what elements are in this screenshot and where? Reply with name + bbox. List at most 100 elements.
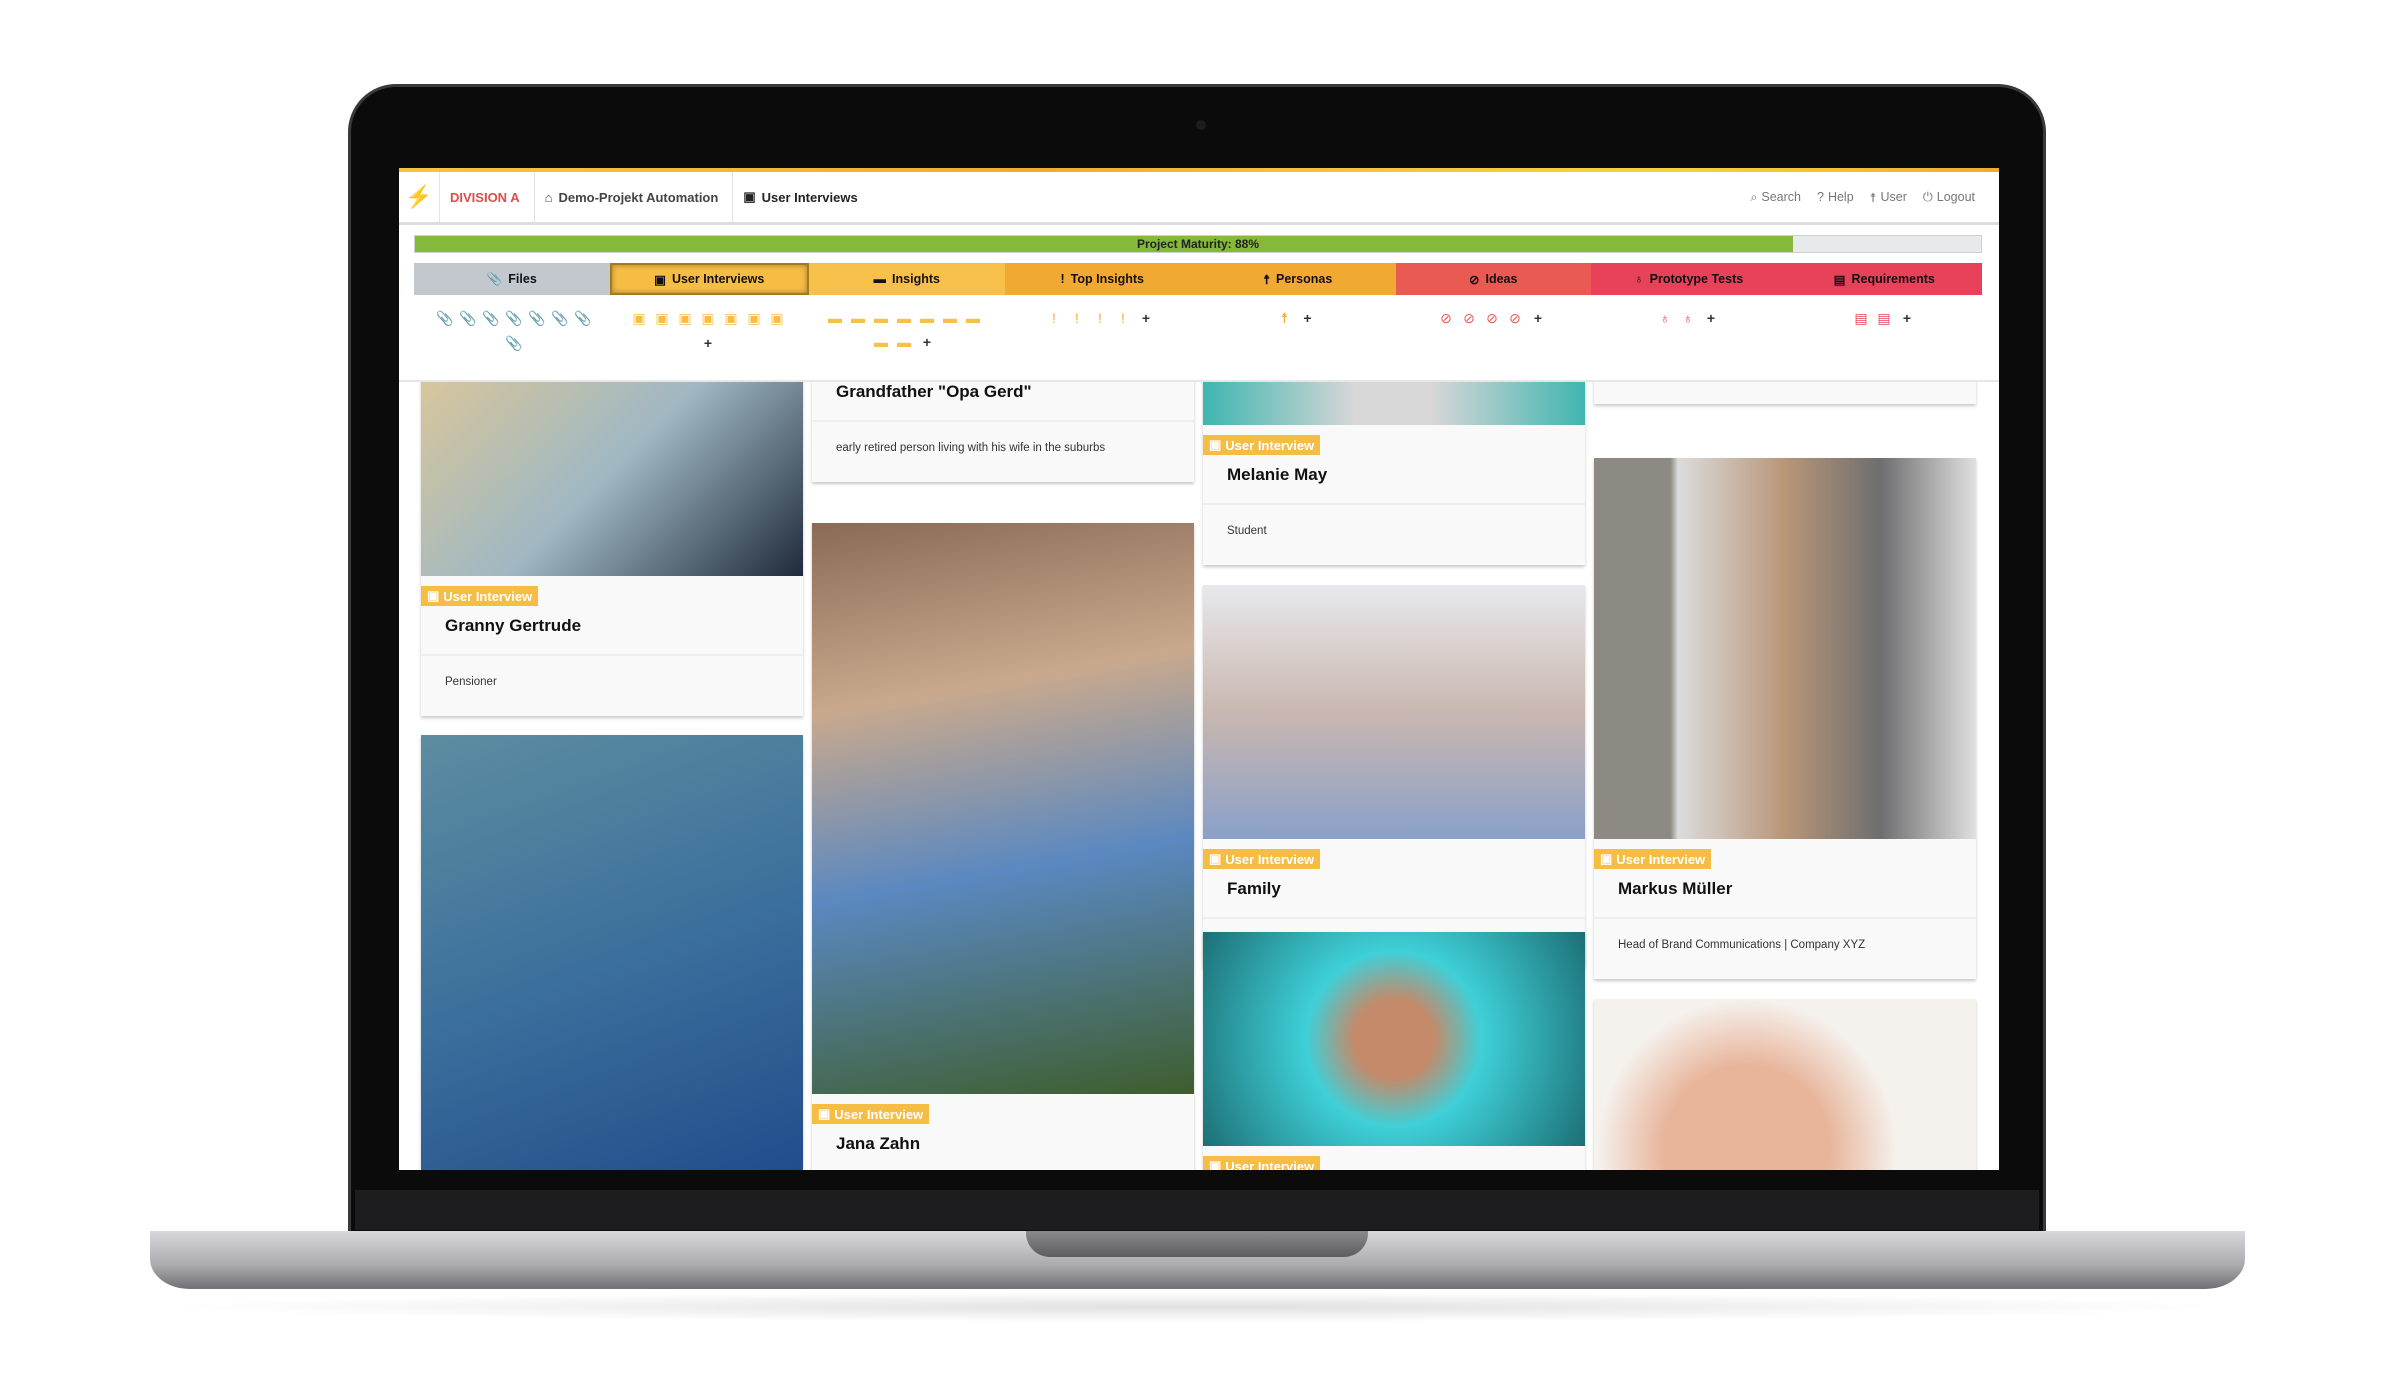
search-label: Search — [1761, 190, 1801, 204]
items-files: 📎 📎 📎 📎 📎 📎 📎 📎 — [414, 310, 610, 352]
help-link[interactable]: ? Help — [1817, 190, 1854, 205]
tab-files[interactable]: 📎 Files — [414, 263, 610, 295]
card-photo — [812, 523, 1194, 1094]
id-badge-icon[interactable]: ▣ — [678, 310, 692, 327]
laptop-notch — [1026, 1231, 1368, 1257]
add-requirements-button[interactable]: + — [1900, 310, 1914, 327]
comment-icon[interactable]: ▬ — [943, 310, 957, 326]
id-badge-icon: ▣ — [427, 588, 440, 603]
card-subtitle: Head of Internal Communications | Compan… — [1594, 382, 1976, 404]
add-personas-button[interactable]: + — [1301, 310, 1315, 327]
exclamation-comment-icon[interactable]: ! — [1047, 310, 1061, 326]
card[interactable]: Head of Internal Communications | Compan… — [1594, 382, 1976, 404]
card-jana-zahn[interactable]: ▣ User Interview Jana Zahn — [812, 523, 1194, 1170]
paperclip-icon[interactable]: 📎 — [505, 335, 522, 352]
comment-icon[interactable]: ▬ — [851, 310, 865, 326]
id-badge-icon[interactable]: ▣ — [701, 310, 715, 327]
exclamation-comment-icon[interactable]: ! — [1070, 310, 1084, 326]
help-label: Help — [1827, 190, 1854, 204]
items-requirements: ▤ ▤ + — [1786, 310, 1982, 352]
comment-icon[interactable]: ▬ — [828, 310, 842, 326]
card-photo — [421, 735, 803, 1170]
add-ideas-button[interactable]: + — [1531, 310, 1545, 327]
paperclip-icon[interactable]: 📎 — [505, 310, 522, 327]
id-badge-icon[interactable]: ▣ — [747, 310, 761, 327]
card-family[interactable]: ▣ User Interview Family — [1203, 585, 1585, 967]
home-icon: ⌂ — [544, 189, 553, 205]
user-interview-badge: ▣ User Interview — [421, 586, 539, 606]
tab-insights[interactable]: ▬ Insights — [809, 263, 1005, 295]
clipboard-icon[interactable]: ▤ — [1854, 310, 1868, 327]
paperclip-icon[interactable]: 📎 — [551, 310, 568, 327]
phase-item-icons: 📎 📎 📎 📎 📎 📎 📎 📎 ▣ ▣ ▣ ▣ ▣ ▣ ▣ + ▬ ▬ ▬ ▬ ▬ ▬ ▬ ▬ ▬ +!!!! + ☨ + ⊘ ⊘ ⊘ ⊘ + ♁ ♁… — [414, 310, 1982, 352]
paperclip-icon[interactable]: 📎 — [574, 310, 591, 327]
user-link[interactable]: ☨ User — [1870, 190, 1907, 205]
logout-icon: ⏻ — [1922, 189, 1933, 204]
card-subtitle: Student — [1203, 503, 1585, 565]
tab-user-interviews[interactable]: ▣ User Interviews — [609, 263, 809, 295]
card[interactable]: ▣User Interview — [1594, 999, 1976, 1170]
compass-icon: ⊘ — [1469, 272, 1480, 287]
tab-ideas[interactable]: ⊘ Ideas — [1395, 263, 1591, 295]
add-top-insights-button[interactable]: + — [1139, 310, 1153, 326]
project-maturity-bar: Project Maturity: 88% — [414, 235, 1982, 253]
tab-prototype-tests[interactable]: ♁ Prototype Tests — [1591, 263, 1787, 295]
clipboard-icon[interactable]: ▤ — [1877, 310, 1891, 327]
comment-icon[interactable]: ▬ — [874, 310, 888, 326]
add-user-interviews-button[interactable]: + — [701, 335, 715, 351]
id-badge-icon: ▣ — [1209, 1158, 1222, 1170]
camera — [1196, 120, 1206, 130]
exclamation-comment-icon[interactable]: ! — [1116, 310, 1130, 326]
card[interactable]: ▣User Interview — [1203, 932, 1585, 1170]
tab-label: Insights — [892, 272, 940, 286]
person-icon[interactable]: ☨ — [1278, 310, 1292, 327]
paperclip-icon: 📎 — [486, 271, 503, 286]
add-prototype-tests-button[interactable]: + — [1704, 310, 1718, 326]
comment-icon[interactable]: ▬ — [897, 310, 911, 326]
comment-icon[interactable]: ▬ — [874, 334, 888, 350]
paperclip-icon[interactable]: 📎 — [482, 310, 499, 327]
compass-icon[interactable]: ⊘ — [1485, 310, 1499, 327]
tab-label: Personas — [1276, 272, 1333, 286]
breadcrumb-current[interactable]: ▣ User Interviews — [732, 172, 871, 222]
id-badge-icon[interactable]: ▣ — [770, 310, 784, 327]
tab-top-insights[interactable]: ! Top Insights — [1004, 263, 1200, 295]
tab-requirements[interactable]: ▤ Requirements — [1786, 263, 1982, 295]
logo-bolt-icon[interactable]: ⚡ — [399, 184, 439, 210]
breadcrumb-project[interactable]: ⌂ Demo-Projekt Automation — [533, 172, 733, 222]
card-subtitle: early retired person living with his wif… — [812, 420, 1194, 482]
comment-icon[interactable]: ▬ — [897, 334, 911, 350]
search-icon: ⌕ — [1750, 189, 1758, 204]
card-grid: ▣User InterviewGranny GertrudePensioner▣… — [399, 380, 1999, 1170]
id-badge-icon[interactable]: ▣ — [724, 310, 738, 327]
paperclip-icon[interactable]: 📎 — [436, 310, 453, 327]
card-photo — [1203, 932, 1585, 1146]
badge-label: User Interview — [1225, 437, 1315, 453]
user-icon: ☨ — [1869, 190, 1877, 205]
exclamation-comment-icon[interactable]: ! — [1093, 310, 1107, 326]
logout-link[interactable]: ⏻ Logout — [1923, 190, 1975, 205]
lightbulb-icon[interactable]: ♁ — [1658, 310, 1672, 326]
lightbulb-icon[interactable]: ♁ — [1681, 310, 1695, 326]
add-insights-button[interactable]: + — [920, 334, 934, 350]
card-title: Family — [1227, 879, 1281, 898]
search-link[interactable]: ⌕ Search — [1750, 190, 1801, 205]
card-subtitle: Head of Brand Communications | Company X… — [1594, 917, 1976, 979]
card-markus-müller[interactable]: ▣ User Interview Markus Müller Head of Bran… — [1594, 458, 1976, 979]
compass-icon[interactable]: ⊘ — [1439, 310, 1453, 327]
comment-icon[interactable]: ▬ — [920, 310, 934, 326]
card[interactable]: ▣User Interview — [421, 735, 803, 1170]
paperclip-icon[interactable]: 📎 — [528, 310, 545, 327]
compass-icon[interactable]: ⊘ — [1462, 310, 1476, 327]
breadcrumb-division[interactable]: DIVISION A — [439, 172, 534, 222]
card-melanie-may[interactable]: ▣ User Interview Melanie May Student — [1203, 382, 1585, 565]
comment-icon[interactable]: ▬ — [966, 310, 980, 326]
id-badge-icon[interactable]: ▣ — [632, 310, 646, 327]
badge-label: User Interview — [834, 1106, 924, 1122]
id-badge-icon[interactable]: ▣ — [655, 310, 669, 327]
paperclip-icon[interactable]: 📎 — [459, 310, 476, 327]
compass-icon[interactable]: ⊘ — [1508, 310, 1522, 327]
tab-personas[interactable]: ☨ Personas — [1200, 263, 1396, 295]
card-granny-gertrude[interactable]: ▣ User Interview Granny Gertrude Pensioner — [421, 382, 803, 716]
card-grandfather-opa-gerd-[interactable]: ▣User InterviewGrandfather "Opa Gerd"ear… — [812, 382, 1194, 482]
